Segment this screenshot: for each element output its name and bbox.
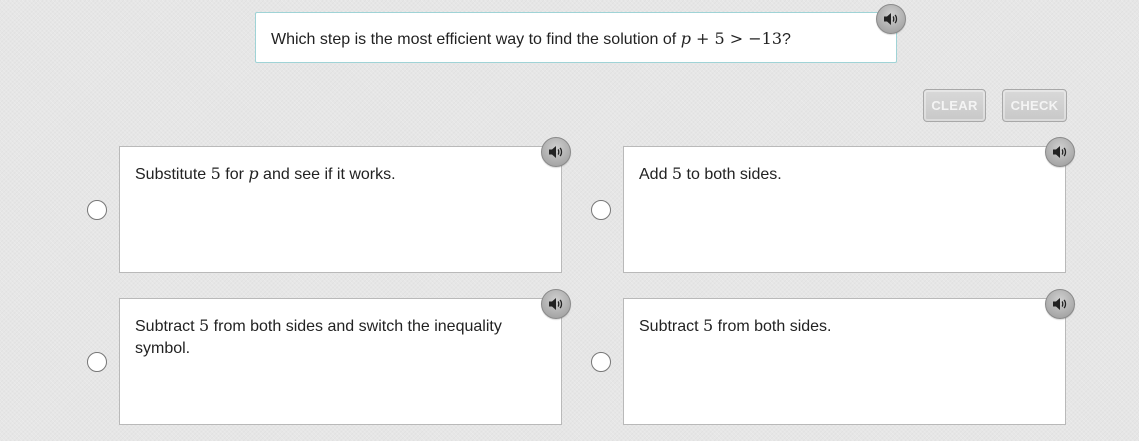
option-2-radio[interactable] [591, 200, 611, 220]
option-1-speaker-icon[interactable] [541, 137, 571, 167]
question-box: Which step is the most efficient way to … [255, 12, 897, 63]
question-math: p + 5 > −13 [681, 29, 782, 48]
option-1-card[interactable]: Substitute 5 for p and see if it works. [119, 146, 562, 273]
math-expression: + 5 > −13 [690, 29, 783, 48]
math-variable: p [680, 29, 691, 48]
option-3-text: Subtract 5 from both sides and switch th… [135, 316, 502, 357]
option-4-card[interactable]: Subtract 5 from both sides. [623, 298, 1066, 425]
option-2-speaker-icon[interactable] [1045, 137, 1075, 167]
check-button[interactable]: CHECK [1002, 89, 1067, 122]
option-2-card[interactable]: Add 5 to both sides. [623, 146, 1066, 273]
option-4-radio[interactable] [591, 352, 611, 372]
option-1-text: Substitute 5 for p and see if it works. [135, 164, 396, 183]
option-4-speaker-icon[interactable] [1045, 289, 1075, 319]
question-text: Which step is the most efficient way to … [271, 29, 791, 50]
option-3-card[interactable]: Subtract 5 from both sides and switch th… [119, 298, 562, 425]
option-4-text: Subtract 5 from both sides. [639, 316, 832, 335]
question-speaker-icon[interactable] [876, 4, 906, 34]
clear-button[interactable]: CLEAR [923, 89, 986, 122]
option-3-radio[interactable] [87, 352, 107, 372]
question-prefix: Which step is the most efficient way to … [271, 31, 681, 48]
option-1-radio[interactable] [87, 200, 107, 220]
option-3-speaker-icon[interactable] [541, 289, 571, 319]
option-2-text: Add 5 to both sides. [639, 164, 782, 183]
question-suffix: ? [782, 31, 791, 48]
